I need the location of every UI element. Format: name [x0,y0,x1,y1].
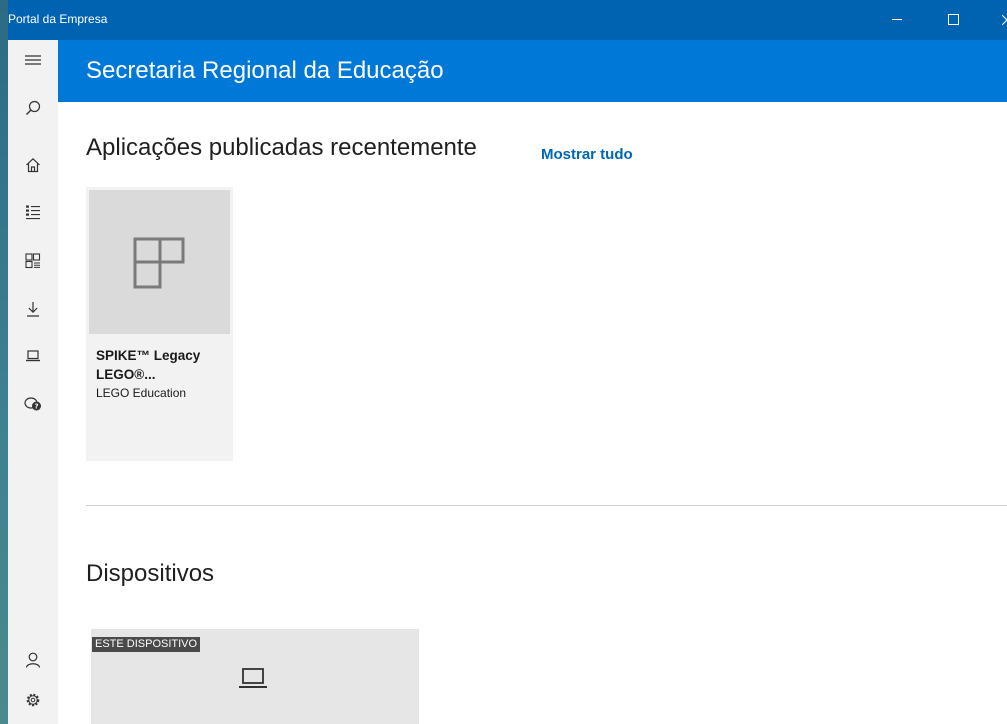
recent-apps-heading: Aplicações publicadas recentemente [86,134,477,161]
settings-button[interactable] [8,680,58,720]
app-categories-button[interactable] [8,241,58,281]
close-button[interactable] [984,0,1007,40]
desktop-background [0,0,8,724]
maximize-icon [947,13,959,25]
download-icon [27,302,39,317]
window-title: Portal da Empresa [8,12,108,26]
app-tile-image [89,190,230,334]
app-publisher: LEGO Education [96,386,187,400]
account-icon [25,652,41,668]
help-support-button[interactable]: ? [8,384,58,424]
hamburger-menu-button[interactable] [8,40,58,80]
page-title: Secretaria Regional da Educação [86,57,444,84]
laptop-icon [239,668,267,688]
apps-grid-icon [25,253,41,269]
app-tile[interactable]: SPIKE™ Legacy LEGO®... LEGO Education [86,187,233,461]
search-icon [26,100,41,115]
app-name: SPIKE™ Legacy LEGO®... [96,348,201,382]
home-icon [26,157,40,173]
list-icon [26,205,40,220]
hamburger-menu-icon [25,55,41,65]
close-icon [1002,15,1007,25]
settings-gear-icon [26,693,40,707]
svg-text:?: ? [34,403,38,411]
this-device-badge: ESTE DISPOSITIVO [92,637,201,652]
company-portal-window: Portal da Empresa ? Secretaria Regional … [8,0,1007,724]
devices-button[interactable] [8,336,58,376]
home-button[interactable] [8,145,58,185]
app-list-button[interactable] [8,192,58,232]
navigation-rail: ? [8,40,58,724]
app-placeholder-icon [133,237,185,289]
device-tile[interactable]: ESTE DISPOSITIVO [91,629,419,724]
search-button[interactable] [8,88,58,128]
minimize-button[interactable] [874,0,920,40]
maximize-button[interactable] [930,0,976,40]
page-header: Secretaria Regional da Educação [58,40,1007,102]
section-divider [86,505,1007,506]
laptop-icon [26,350,40,362]
minimize-icon [892,18,902,20]
show-all-link[interactable]: Mostrar tudo [541,146,633,163]
title-bar: Portal da Empresa [8,0,1007,40]
help-chat-icon: ? [24,397,41,411]
devices-heading: Dispositivos [86,560,215,587]
downloads-button[interactable] [8,289,58,329]
account-button[interactable] [8,640,58,680]
